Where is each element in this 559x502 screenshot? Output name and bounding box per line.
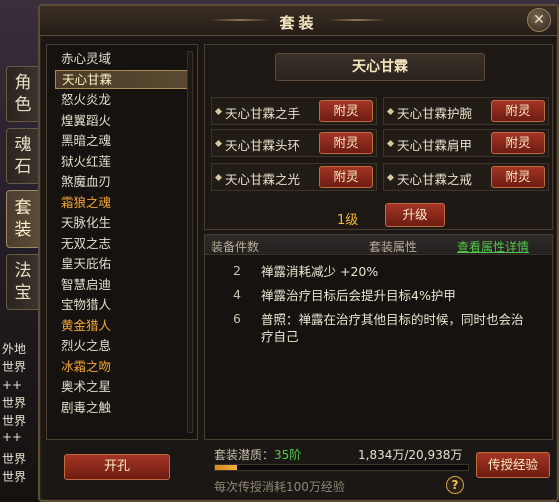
equipment-slot: 天心甘霖之手 附灵 [211, 97, 377, 125]
set-list-item[interactable]: 赤心灵域 [55, 49, 190, 68]
attribute-description: 禅露治疗目标后会提升目标4%护甲 [261, 288, 456, 303]
set-list-item[interactable]: 剧毒之触 [55, 398, 190, 417]
transfer-experience-button[interactable]: 传授经验 [476, 452, 550, 478]
experience-readout: 1,834万/20,938万 [358, 448, 463, 462]
set-list-item[interactable]: 智慧启迪 [55, 275, 190, 294]
help-icon[interactable]: ? [446, 476, 464, 494]
set-list-item[interactable]: 无双之志 [55, 234, 190, 253]
equipment-slot-name: 天心甘霖之戒 [397, 172, 473, 187]
transfer-cost-note: 每次传授消耗100万经验 [214, 480, 345, 494]
equipment-slot-name: 天心甘霖头环 [225, 138, 301, 153]
side-tab-label: 套装 [14, 198, 32, 240]
set-list-item[interactable]: 奥术之星 [55, 377, 190, 396]
attach-spirit-button[interactable]: 附灵 [319, 100, 373, 122]
title-bar: 套装 ✕ [40, 6, 557, 36]
attribute-piece-count: 6 [233, 311, 241, 326]
equipment-slot: 天心甘霖之光 附灵 [211, 163, 377, 191]
title-ornament-right [327, 19, 387, 21]
attribute-piece-count: 2 [233, 263, 241, 278]
set-list-item[interactable]: 黄金猎人 [55, 316, 190, 335]
side-tab-4[interactable]: 法宝 [6, 254, 40, 310]
suit-window: 套装 ✕ 赤心灵域 天心甘霖 怒火炎龙 煌翼蹈火 黑暗之魂 狱火红莲 煞魔血刃 霜狼之魂 天脉化… [38, 4, 559, 502]
attributes-header: 装备件数 套装属性 查看属性详情 [205, 235, 552, 255]
set-list-item[interactable]: 皇天庇佑 [55, 254, 190, 273]
set-list-item[interactable]: 黑暗之魂 [55, 131, 190, 150]
header-piece-count: 装备件数 [211, 240, 260, 254]
set-list-item[interactable]: 煞魔血刃 [55, 172, 190, 191]
attach-spirit-button[interactable]: 附灵 [319, 166, 373, 188]
experience-progress-bar [214, 464, 469, 471]
side-tab-2[interactable]: 魂石 [6, 128, 40, 184]
attribute-description: 普照：禅露在治疗其他目标的时候，同时也会治疗自己 [261, 312, 524, 344]
set-list-item[interactable]: 冰霜之吻 [55, 357, 190, 376]
set-potential-label: 套装潜质： [214, 448, 275, 462]
side-tab-3[interactable]: 套装 [6, 190, 40, 248]
set-list-item[interactable]: 宝物猎人 [55, 295, 190, 314]
experience-progress-fill [215, 465, 238, 470]
upgrade-button[interactable]: 升级 [385, 203, 445, 227]
diamond-icon [386, 139, 395, 148]
open-socket-button[interactable]: 开孔 [64, 454, 170, 480]
equipment-slot-name: 天心甘霖护腕 [397, 106, 473, 121]
diamond-icon [214, 139, 223, 148]
attach-spirit-button[interactable]: 附灵 [491, 166, 545, 188]
set-potential: 套装潜质：35阶 [214, 446, 301, 463]
set-list-item[interactable]: 狱火红莲 [55, 152, 190, 171]
equipment-slot-name: 天心甘霖之光 [225, 172, 301, 187]
diamond-icon [386, 173, 395, 182]
attribute-piece-count: 4 [233, 287, 241, 302]
set-list-item[interactable]: 怒火炎龙 [55, 90, 190, 109]
equipment-slot: 天心甘霖护腕 附灵 [383, 97, 549, 125]
side-tab-label: 法宝 [14, 261, 32, 303]
equipment-slot: 天心甘霖头环 附灵 [211, 129, 377, 157]
set-name: 天心甘霖 [275, 53, 485, 81]
diamond-icon [214, 173, 223, 182]
equipment-slot-name: 天心甘霖之手 [225, 106, 301, 121]
side-tab-label: 角色 [14, 73, 32, 115]
set-detail-panel: 天心甘霖 天心甘霖之手 附灵 天心甘霖护腕 附灵 天心甘霖头环 附灵 天心甘霖肩甲 附灵 天心甘… [204, 44, 553, 230]
set-list-item[interactable]: 天心甘霖 [55, 69, 190, 89]
attribute-description: 禅露消耗减少 +20% [261, 264, 379, 279]
attach-spirit-button[interactable]: 附灵 [319, 132, 373, 154]
set-potential-value: 35阶 [274, 448, 302, 462]
equipment-slot-name: 天心甘霖肩甲 [397, 138, 473, 153]
view-attribute-details-link[interactable]: 查看属性详情 [457, 238, 529, 255]
set-attributes-panel: 装备件数 套装属性 查看属性详情 2 禅露消耗减少 +20% 4 禅露治疗目标后会提升… [204, 234, 553, 440]
equipment-slot: 天心甘霖肩甲 附灵 [383, 129, 549, 157]
set-list-scrollbar[interactable] [187, 51, 193, 433]
side-tab-label: 魂石 [14, 135, 32, 177]
set-list-item[interactable]: 天脉化生 [55, 213, 190, 232]
attach-spirit-button[interactable]: 附灵 [491, 132, 545, 154]
attach-spirit-button[interactable]: 附灵 [491, 100, 545, 122]
equipment-slot: 天心甘霖之戒 附灵 [383, 163, 549, 191]
diamond-icon [214, 107, 223, 116]
set-list-item[interactable]: 烈火之息 [55, 336, 190, 355]
set-list-item[interactable]: 霜狼之魂 [55, 193, 190, 212]
header-set-attributes: 套装属性 [369, 240, 418, 254]
set-list-item[interactable]: 煌翼蹈火 [55, 111, 190, 130]
side-tab-1[interactable]: 角色 [6, 66, 40, 122]
window-title: 套装 [279, 14, 318, 32]
close-button[interactable]: ✕ [527, 8, 551, 32]
set-list: 赤心灵域 天心甘霖 怒火炎龙煌翼蹈火 黑暗之魂狱火红莲 煞魔血刃霜狼之魂 天脉化生无双之志… [46, 44, 198, 440]
set-level: 1级 [337, 213, 359, 228]
diamond-icon [386, 107, 395, 116]
